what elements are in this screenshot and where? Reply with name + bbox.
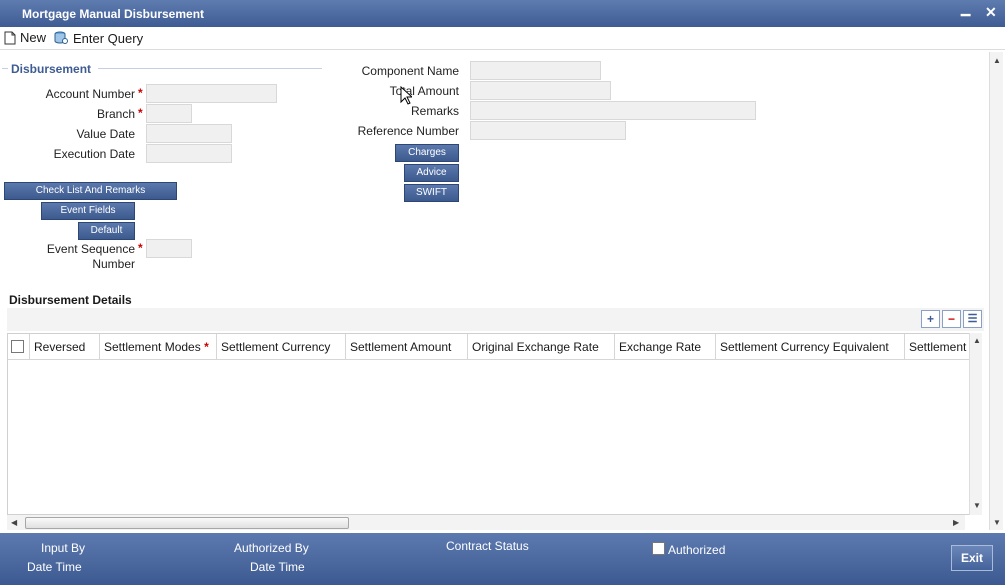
delete-row-button[interactable]: − — [942, 310, 961, 328]
scroll-down-icon[interactable]: ▼ — [973, 501, 981, 510]
event-sequence-number-field[interactable] — [146, 239, 192, 258]
remarks-field[interactable] — [470, 101, 756, 120]
new-label: New — [20, 30, 47, 45]
column-header[interactable]: Reversed — [30, 334, 100, 360]
query-database-icon — [53, 30, 69, 49]
scrollbar-thumb[interactable] — [25, 517, 349, 529]
total-amount-label: Total Amount — [389, 84, 459, 98]
close-button[interactable]: ✕ — [985, 4, 997, 21]
required-mark: * — [138, 106, 143, 120]
list-icon: ☰ — [967, 313, 978, 325]
disbursement-legend: Disbursement — [11, 62, 92, 76]
event-sequence-label-line2: Number — [92, 257, 135, 271]
column-header[interactable]: Settlement Currency Equivalent — [716, 334, 905, 360]
footer: Input By Date Time Authorized By Date Ti… — [0, 533, 1005, 585]
scroll-up-icon[interactable]: ▲ — [993, 56, 1001, 65]
title-bar: Mortgage Manual Disbursement ▁ ✕ — [0, 0, 1005, 27]
column-header[interactable]: Settlement Currency — [217, 334, 346, 360]
component-name-field[interactable] — [470, 61, 601, 80]
add-row-button[interactable]: + — [921, 310, 940, 328]
column-header[interactable]: Exchange Rate — [615, 334, 716, 360]
remove-icon: − — [947, 312, 955, 326]
disbursement-details-grid: Reversed Settlement Modes * Settlement C… — [7, 333, 970, 515]
new-button[interactable]: New — [4, 30, 46, 48]
required-mark: * — [138, 86, 143, 100]
fieldset-line-right — [98, 68, 322, 69]
new-document-icon — [4, 31, 16, 48]
grid-vertical-scrollbar[interactable]: ▲ ▼ — [969, 333, 982, 515]
event-fields-button[interactable]: Event Fields — [41, 202, 135, 220]
default-button[interactable]: Default — [78, 222, 135, 240]
advice-button[interactable]: Advice — [404, 164, 459, 182]
authorized-by-label: Authorized By — [234, 541, 309, 555]
column-header[interactable]: Original Exchange Rate — [468, 334, 615, 360]
grid-toolbar — [7, 308, 984, 331]
required-mark: * — [204, 340, 209, 354]
add-icon: + — [926, 312, 934, 326]
branch-label: Branch — [96, 107, 135, 121]
column-header-label: Settlement Modes — [104, 340, 201, 354]
value-date-field[interactable] — [146, 124, 232, 143]
reference-number-label: Reference Number — [357, 124, 459, 138]
column-header[interactable]: Settlement Amount — [346, 334, 468, 360]
enter-query-label: Enter Query — [73, 31, 144, 46]
column-header-settlement-modes[interactable]: Settlement Modes * — [100, 334, 217, 360]
value-date-label: Value Date — [76, 127, 135, 141]
total-amount-field[interactable] — [470, 81, 611, 100]
swift-button[interactable]: SWIFT — [404, 184, 459, 202]
minimize-button[interactable]: ▁ — [961, 2, 970, 16]
toolbar: New Enter Query — [0, 27, 1005, 50]
authorized-label: Authorized — [668, 543, 726, 557]
event-sequence-label: Event Sequence — [46, 242, 135, 256]
contract-status-label: Contract Status — [446, 539, 529, 553]
remarks-label: Remarks — [410, 104, 459, 118]
required-mark: * — [138, 241, 143, 255]
fieldset-line-left — [2, 68, 8, 69]
execution-date-field[interactable] — [146, 144, 232, 163]
input-by-label: Input By — [41, 541, 86, 555]
scroll-up-icon[interactable]: ▲ — [973, 336, 981, 345]
select-all-cell — [8, 334, 30, 360]
single-view-button[interactable]: ☰ — [963, 310, 982, 328]
authorized-checkbox[interactable] — [652, 542, 665, 555]
exit-button[interactable]: Exit — [951, 545, 993, 571]
check-list-and-remarks-button[interactable]: Check List And Remarks — [4, 182, 177, 200]
grid-horizontal-scrollbar[interactable]: ◀ ▶ — [7, 515, 965, 530]
account-number-label: Account Number — [45, 87, 135, 101]
input-date-time-label: Date Time — [27, 560, 82, 574]
authorized-date-time-label: Date Time — [250, 560, 305, 574]
column-header[interactable]: Settlement — [905, 334, 969, 360]
branch-field[interactable] — [146, 104, 192, 123]
select-all-checkbox[interactable] — [11, 340, 24, 353]
charges-button[interactable]: Charges — [395, 144, 459, 162]
execution-date-label: Execution Date — [53, 147, 135, 161]
scroll-right-icon[interactable]: ▶ — [953, 518, 959, 527]
scroll-down-icon[interactable]: ▼ — [993, 518, 1001, 527]
enter-query-button[interactable]: Enter Query — [53, 30, 143, 49]
grid-header: Reversed Settlement Modes * Settlement C… — [8, 334, 969, 360]
page-vertical-scrollbar[interactable]: ▲ ▼ — [989, 52, 1003, 530]
account-number-field[interactable] — [146, 84, 277, 103]
mouse-cursor-icon — [400, 86, 412, 105]
scroll-left-icon[interactable]: ◀ — [11, 518, 17, 527]
disbursement-details-title: Disbursement Details — [9, 293, 132, 307]
window-title: Mortgage Manual Disbursement — [22, 7, 205, 21]
reference-number-field[interactable] — [470, 121, 626, 140]
component-name-label: Component Name — [361, 64, 459, 78]
